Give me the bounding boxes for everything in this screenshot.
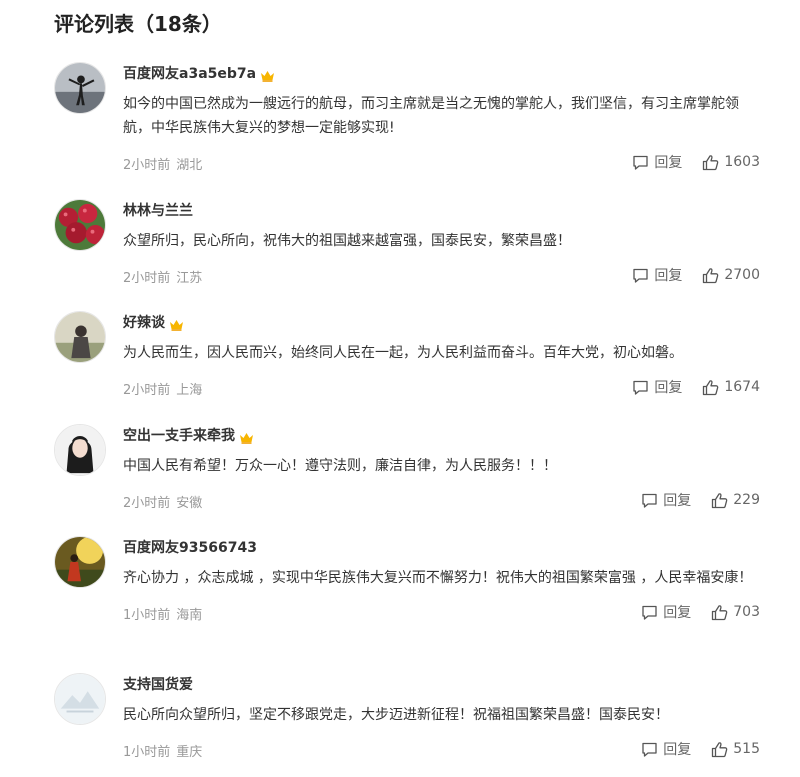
comment-text: 为人民而生，因人民而兴，始终同人民在一起，为人民利益而奋斗。百年大党，初心如磐。	[123, 345, 683, 361]
like-count: 515	[733, 741, 760, 757]
like-count: 1674	[724, 379, 760, 395]
crown-icon	[260, 67, 275, 82]
like-count: 2700	[724, 267, 760, 283]
comment-location: 湖北	[176, 158, 203, 173]
username[interactable]: 百度网友93566743	[123, 537, 257, 557]
thumbs-up-icon	[703, 267, 719, 283]
thumbs-up-icon	[712, 604, 728, 620]
comment-text: 中国人民有希望！万众一心！遵守法则，廉洁自律，为人民服务！！！	[123, 458, 557, 474]
like-button[interactable]: 2700	[702, 267, 760, 284]
avatar-girl-portrait-image	[55, 425, 105, 475]
comment-bubble-icon	[642, 742, 657, 757]
username[interactable]: 林林与兰兰	[123, 200, 193, 220]
avatar[interactable]	[54, 536, 106, 588]
comment-bubble-icon	[633, 155, 649, 170]
comment-bubble-icon	[642, 493, 657, 508]
reply-label: 回复	[663, 605, 692, 621]
reply-button[interactable]: 回复	[632, 265, 682, 285]
crown-icon	[169, 316, 184, 331]
reply-label: 回复	[663, 493, 692, 509]
reply-label: 回复	[654, 380, 683, 396]
comment-location: 海南	[176, 608, 203, 623]
avatar-sunset-figure-image	[55, 537, 105, 587]
avatar[interactable]	[54, 199, 106, 251]
username[interactable]: 百度网友a3a5eb7a	[123, 63, 256, 83]
avatar-girl-outdoor-image	[55, 312, 105, 362]
thumbs-up-icon	[712, 492, 728, 508]
reply-button[interactable]: 回复	[632, 377, 682, 397]
thumbs-up-icon	[712, 741, 728, 757]
comment-time: 1小时前	[123, 608, 171, 623]
username[interactable]: 支持国货爱	[123, 674, 193, 694]
comment-bubble-icon	[633, 268, 649, 283]
comment-time: 2小时前	[123, 271, 171, 286]
like-button[interactable]: 1674	[702, 379, 760, 396]
avatar[interactable]	[54, 311, 106, 363]
reply-label: 回复	[654, 155, 683, 171]
page-title: 评论列表（18条）	[54, 12, 222, 36]
avatar[interactable]	[54, 62, 106, 114]
avatar-default-mountain-image	[55, 674, 105, 724]
avatar[interactable]	[54, 424, 106, 476]
crown-icon	[239, 429, 254, 444]
comment-text: 如今的中国已然成为一艘远行的航母，而习主席就是当之无愧的掌舵人，我们坚信，有习主…	[123, 96, 739, 136]
reply-button[interactable]: 回复	[641, 490, 691, 510]
like-button[interactable]: 229	[711, 492, 760, 509]
like-button[interactable]: 1603	[702, 154, 760, 171]
like-button[interactable]: 703	[711, 604, 760, 621]
avatar-silhouette-image	[55, 63, 105, 113]
reply-button[interactable]: 回复	[641, 739, 691, 759]
comment-location: 上海	[176, 383, 203, 398]
username[interactable]: 空出一支手来牵我	[123, 425, 235, 445]
avatar[interactable]	[54, 673, 106, 725]
comment-location: 重庆	[176, 745, 203, 760]
comment-time: 2小时前	[123, 158, 171, 173]
comment-time: 2小时前	[123, 496, 171, 511]
like-button[interactable]: 515	[711, 741, 760, 758]
username[interactable]: 好辣谈	[123, 312, 165, 332]
reply-label: 回复	[654, 268, 683, 284]
comment-location: 江苏	[176, 271, 203, 286]
avatar-berries-image	[55, 200, 105, 250]
reply-button[interactable]: 回复	[632, 152, 682, 172]
like-count: 1603	[724, 154, 760, 170]
comment-bubble-icon	[642, 605, 657, 620]
thumbs-up-icon	[703, 379, 719, 395]
like-count: 229	[733, 492, 760, 508]
comment-bubble-icon	[633, 380, 649, 395]
reply-button[interactable]: 回复	[641, 602, 691, 622]
comment-text: 民心所向众望所归，坚定不移跟党走，大步迈进新征程！祝福祖国繁荣昌盛！国泰民安！	[123, 707, 669, 723]
comment-time: 2小时前	[123, 383, 171, 398]
reply-label: 回复	[663, 742, 692, 758]
thumbs-up-icon	[703, 154, 719, 170]
comment-time: 1小时前	[123, 745, 171, 760]
comment-location: 安徽	[176, 496, 203, 511]
like-count: 703	[733, 604, 760, 620]
comment-text: 众望所归，民心所向，祝伟大的祖国越来越富强，国泰民安，繁荣昌盛！	[123, 233, 571, 249]
comment-text: 齐心协力 ，众志成城 ，实现中华民族伟大复兴而不懈努力！祝伟大的祖国繁荣富强 ，…	[123, 570, 753, 586]
